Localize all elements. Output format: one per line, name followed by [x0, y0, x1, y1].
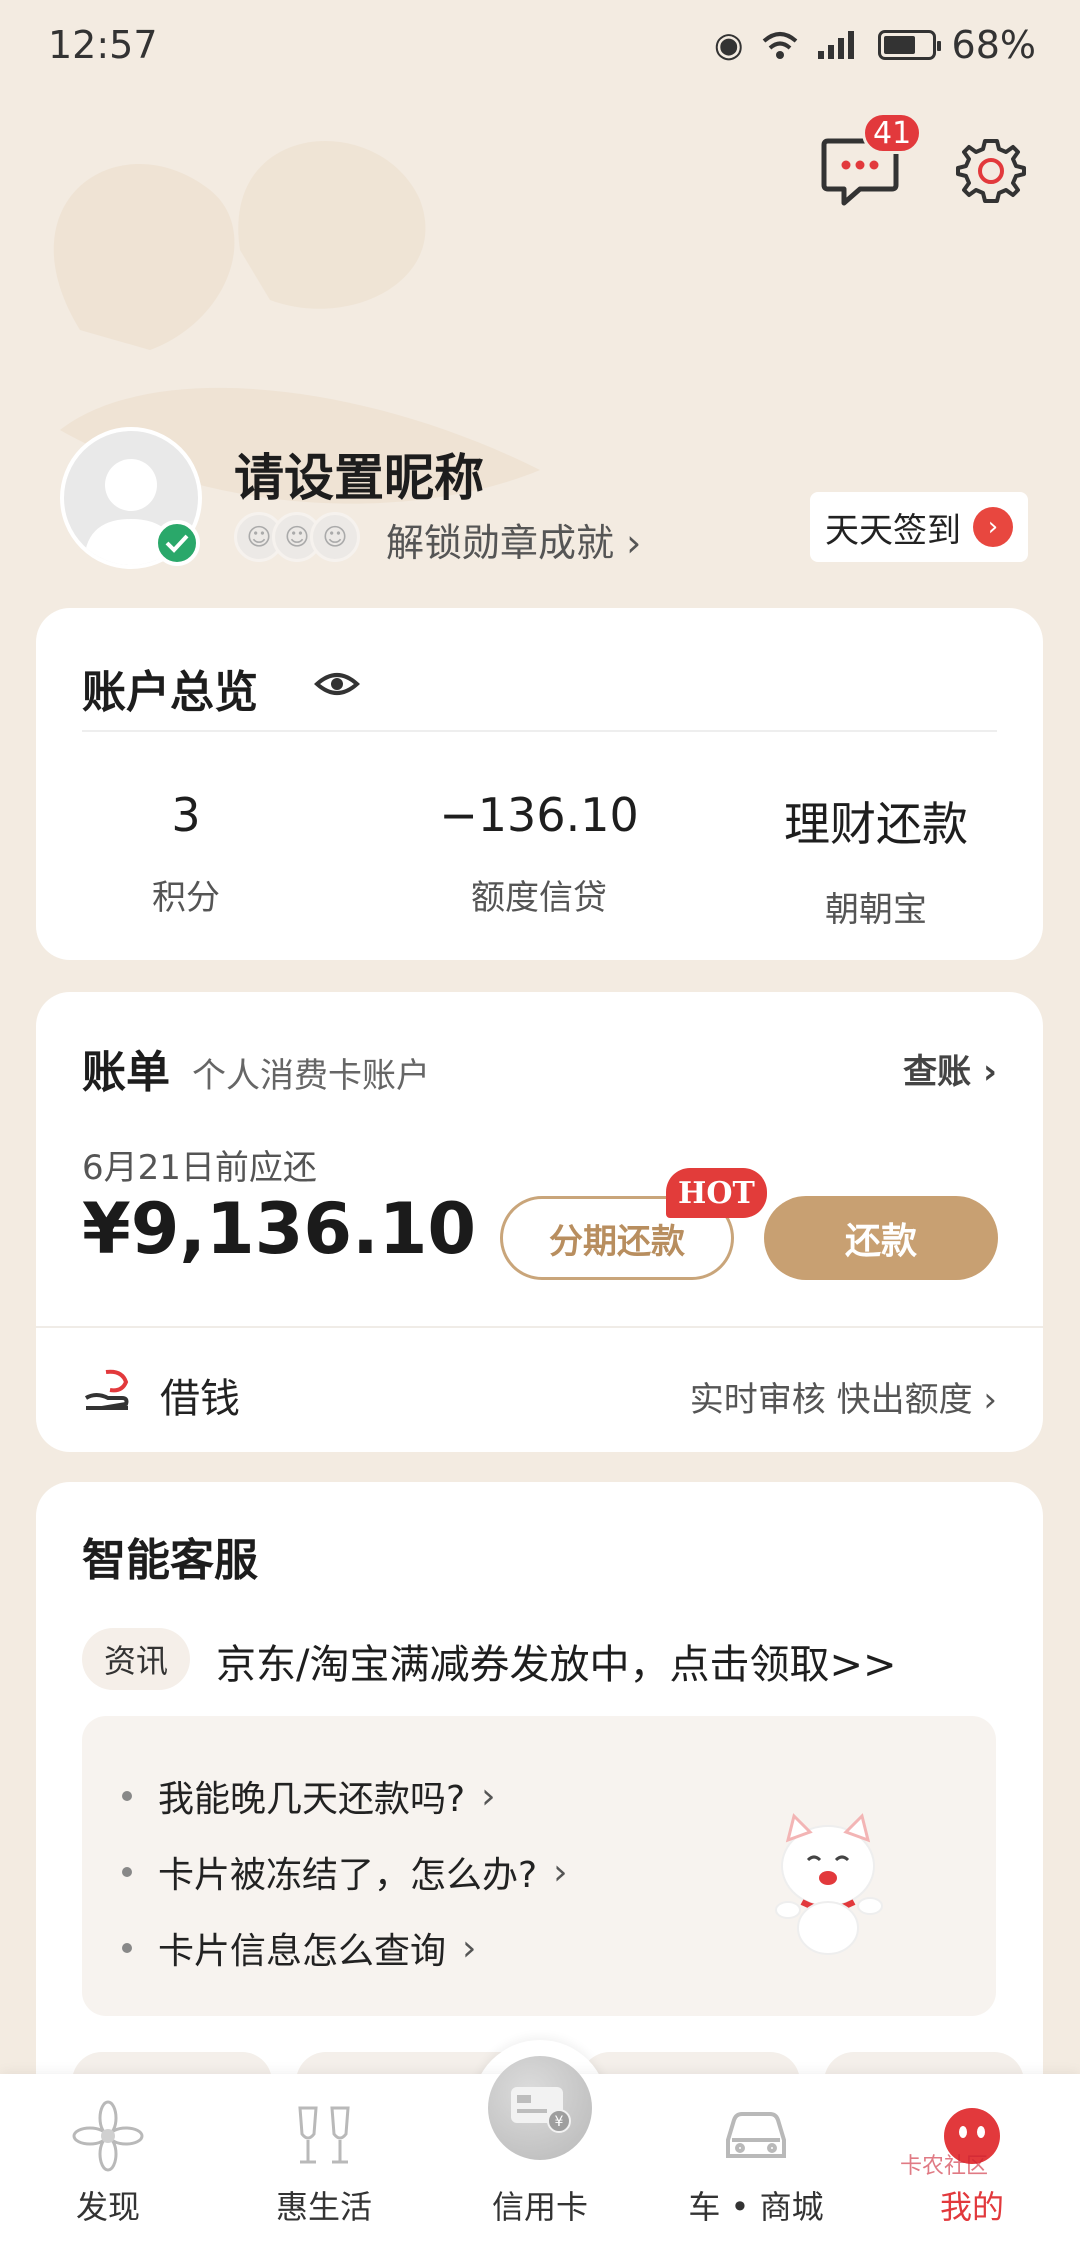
points-value: 3: [171, 788, 201, 842]
battery-percent: 68%: [951, 23, 1036, 67]
repay-button[interactable]: 还款: [764, 1196, 998, 1280]
wealth-item[interactable]: 理财还款 朝朝宝: [726, 788, 1026, 931]
check-bill-link[interactable]: 查账 ›: [903, 1044, 997, 1093]
borrow-label: 借钱: [160, 1376, 240, 1422]
faq-item[interactable]: 卡片被冻结了，怎么办? ›: [122, 1846, 568, 1898]
eye-comfort-icon: ◉: [713, 25, 744, 65]
signal-icon: [817, 31, 854, 59]
wifi-icon: [762, 32, 797, 59]
nav-item-discover[interactable]: 发现: [0, 2074, 216, 2244]
bullet-dot: [122, 1791, 132, 1801]
life-icon: [298, 2106, 350, 2164]
account-overview-card: 账户总览 3 积分 −136.10 额度信贷 理财还款 朝朝宝: [36, 608, 1043, 960]
bullet-dot: [122, 1867, 132, 1877]
faq-text: 我能晚几天还款吗?: [158, 1779, 466, 1820]
due-date-label: 6月21日前应还: [82, 1148, 317, 1188]
verified-check-icon: [154, 520, 200, 566]
bill-subtitle: 个人消费卡账户: [192, 1056, 430, 1096]
battery-icon: [877, 30, 941, 60]
status-icons: ◉ 68%: [714, 23, 1036, 67]
faq-box: 我能晚几天还款吗? › 卡片被冻结了，怎么办? › 卡片信息怎么查询 ›: [82, 1716, 996, 2016]
car-icon: [726, 2112, 786, 2158]
smart-service-title: 智能客服: [82, 1535, 258, 1586]
nav-label: 信用卡: [491, 2188, 588, 2226]
nickname[interactable]: 请设置昵称: [234, 438, 484, 510]
chevron-right-icon: ›: [553, 1851, 568, 1893]
news-tag: 资讯: [82, 1628, 191, 1690]
credit-value: −136.10: [439, 788, 639, 842]
due-amount: ¥9,136.10: [82, 1188, 477, 1270]
discover-icon: [72, 2100, 144, 2172]
credit-card-icon[interactable]: ¥: [488, 2056, 592, 2160]
borrow-row[interactable]: 借钱 实时审核 快出额度 ›: [36, 1326, 1043, 1452]
nav-label: 我的: [939, 2188, 1004, 2226]
badge-group[interactable]: ☺ ☺ ☺: [234, 512, 360, 562]
faq-text: 卡片被冻结了，怎么办?: [158, 1855, 538, 1896]
bill-title: 账单: [82, 1047, 170, 1098]
settings-gear-icon[interactable]: [955, 135, 1027, 207]
hand-money-icon: [84, 1369, 129, 1410]
nav-label: 发现: [75, 2188, 140, 2226]
eye-icon[interactable]: [314, 664, 360, 704]
credit-item[interactable]: −136.10 额度信贷: [389, 788, 689, 919]
wealth-value: 理财还款: [784, 797, 968, 851]
hot-tag: HOT: [666, 1168, 767, 1218]
nav-item-life[interactable]: 惠生活: [216, 2074, 432, 2244]
points-label: 积分: [152, 878, 220, 918]
faq-item[interactable]: 我能晚几天还款吗? ›: [122, 1770, 496, 1822]
daily-checkin-button[interactable]: 天天签到 ›: [810, 492, 1028, 562]
chevron-right-icon: ›: [481, 1775, 496, 1817]
nav-label: 惠生活: [275, 2188, 372, 2226]
news-link[interactable]: 京东/淘宝满减券发放中，点击领取>>: [216, 1632, 897, 1690]
svg-text:¥: ¥: [555, 2114, 564, 2130]
checkin-label: 天天签到: [825, 510, 961, 551]
faq-item[interactable]: 卡片信息怎么查询 ›: [122, 1922, 476, 1974]
wealth-label: 朝朝宝: [825, 890, 927, 930]
watermark: 卡农社区: [900, 2154, 989, 2179]
status-time: 12:57: [48, 23, 158, 67]
background-decoration: [53, 140, 540, 504]
battery-level: [883, 36, 915, 54]
credit-label: 额度信贷: [471, 878, 607, 918]
smart-service-card: 智能客服 资讯 京东/淘宝满减券发放中，点击领取>> 我能晚几天还款吗? › 卡…: [36, 1482, 1043, 2122]
chevron-right-icon: ›: [462, 1927, 477, 1969]
divider: [82, 730, 997, 732]
nav-item-car-mall[interactable]: 车 • 商城: [648, 2074, 864, 2244]
cat-mascot-icon[interactable]: [758, 1806, 898, 1966]
unlock-badges-link[interactable]: 解锁勋章成就 ›: [386, 512, 641, 567]
status-bar: 12:57 ◉ 68%: [0, 0, 1080, 90]
bullet-dot: [122, 1943, 132, 1953]
message-count-badge: 41: [862, 112, 923, 154]
nav-label: 车 • 商城: [688, 2188, 824, 2226]
borrow-hint: 实时审核 快出额度 ›: [689, 1380, 997, 1420]
bill-card: 账单 个人消费卡账户 查账 › 6月21日前应还 ¥9,136.10 分期还款 …: [36, 992, 1043, 1452]
points-item[interactable]: 3 积分: [36, 788, 336, 919]
badge-icon: ☺: [310, 512, 360, 562]
overview-title: 账户总览: [82, 667, 258, 718]
faq-text: 卡片信息怎么查询: [158, 1931, 447, 1972]
chevron-right-icon: ›: [973, 507, 1013, 547]
